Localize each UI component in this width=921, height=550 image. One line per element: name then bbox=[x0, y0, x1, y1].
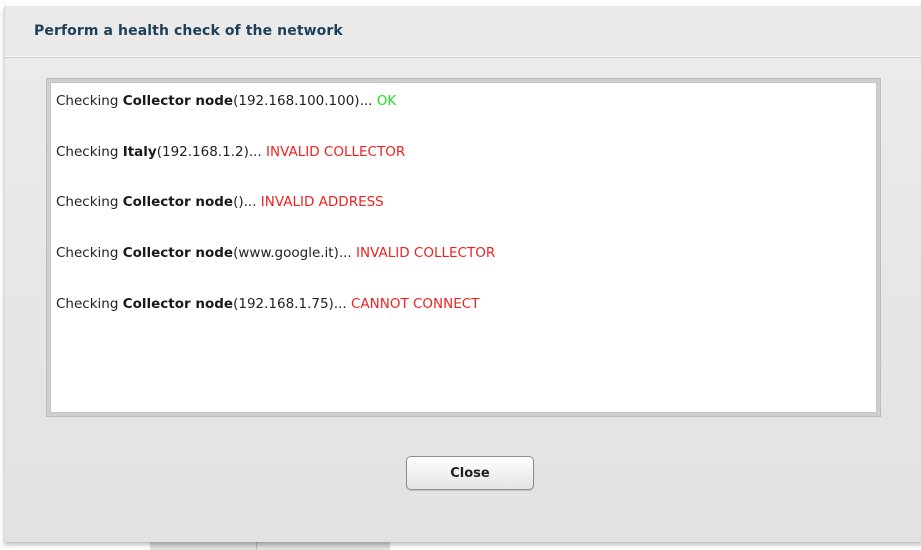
status-error: CANNOT CONNECT bbox=[350, 296, 480, 312]
health-check-log[interactable]: Checking Collector node(192.168.100.100)… bbox=[50, 82, 877, 413]
log-prefix: Checking bbox=[56, 93, 123, 109]
log-line: Checking Collector node(192.168.1.75)...… bbox=[56, 296, 479, 312]
status-error: INVALID COLLECTOR bbox=[266, 144, 406, 160]
log-line: Checking Collector node(www.google.it)..… bbox=[56, 245, 495, 261]
node-name: Collector node bbox=[122, 245, 234, 261]
node-name: Collector node bbox=[122, 194, 234, 210]
log-prefix: Checking bbox=[56, 296, 123, 312]
status-error: INVALID ADDRESS bbox=[260, 194, 384, 210]
node-address: (192.168.1.75)... bbox=[233, 296, 351, 312]
node-address: ()... bbox=[233, 194, 261, 210]
log-line: Checking Collector node(192.168.100.100)… bbox=[56, 93, 396, 109]
node-name: Collector node bbox=[122, 296, 234, 312]
log-prefix: Checking bbox=[56, 245, 123, 261]
node-address: (192.168.1.2)... bbox=[156, 144, 267, 160]
status-error: INVALID COLLECTOR bbox=[356, 245, 496, 261]
node-address: (192.168.100.100)... bbox=[233, 93, 377, 109]
log-prefix: Checking bbox=[56, 194, 123, 210]
close-button[interactable]: Close bbox=[406, 456, 534, 490]
health-check-dialog: Perform a health check of the network Ch… bbox=[4, 6, 921, 542]
status-ok: OK bbox=[376, 93, 397, 109]
node-name: Collector node bbox=[122, 93, 234, 109]
node-name: Italy bbox=[122, 144, 157, 160]
log-frame: Checking Collector node(192.168.100.100)… bbox=[46, 78, 881, 417]
node-address: (www.google.it)... bbox=[233, 245, 357, 261]
dialog-title: Perform a health check of the network bbox=[34, 23, 343, 39]
dialog-header: Perform a health check of the network bbox=[5, 6, 921, 57]
log-prefix: Checking bbox=[56, 144, 123, 160]
log-line: Checking Italy(192.168.1.2)... INVALID C… bbox=[56, 144, 405, 160]
log-line: Checking Collector node()... INVALID ADD… bbox=[56, 194, 384, 210]
